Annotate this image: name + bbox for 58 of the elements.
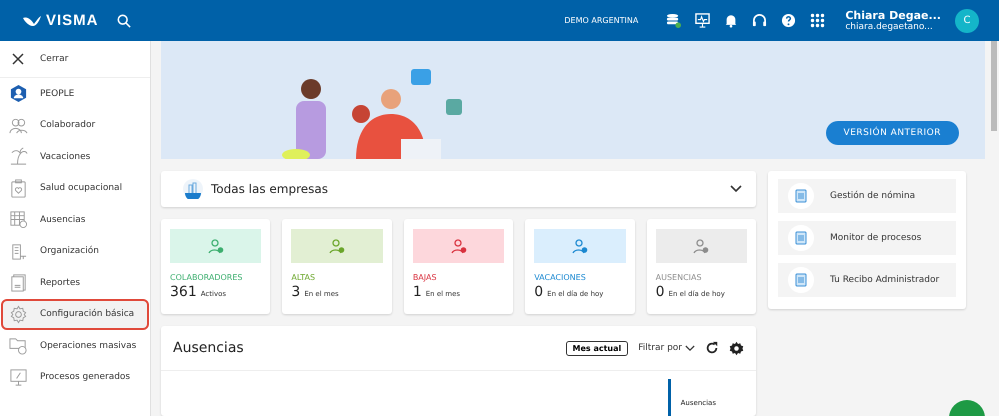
buildings-icon	[183, 179, 203, 199]
sidebar-item[interactable]: Reportes	[1, 267, 149, 298]
calendar-grid-icon	[9, 210, 28, 230]
company-selector[interactable]: Todas las empresas	[161, 171, 756, 207]
scrollbar[interactable]	[991, 41, 997, 131]
bell-icon[interactable]	[724, 13, 738, 28]
sidebar-item[interactable]: Ausencias	[1, 204, 149, 236]
stat-title: VACACIONES	[534, 273, 587, 282]
sidebar-item[interactable]: Configuración básica	[1, 298, 149, 330]
brand-name: VISMA	[46, 12, 99, 29]
gear-icon	[9, 304, 28, 324]
stat-value: 361	[170, 284, 197, 300]
sidebar-item[interactable]: Vacaciones	[1, 141, 149, 172]
person-hexagon-icon	[9, 84, 28, 104]
help-icon[interactable]	[781, 13, 796, 28]
document-icon	[9, 273, 28, 292]
document-icon	[788, 225, 814, 251]
shortcut-item[interactable]: Gestión de nómina	[778, 179, 956, 213]
stat-title: BAJAS	[412, 273, 438, 282]
current-month-button[interactable]: Mes actual	[566, 340, 628, 356]
stat-value: 1	[412, 284, 422, 300]
sidebar-item[interactable]: Colaborador	[1, 110, 149, 141]
palm-tree-icon	[9, 147, 28, 166]
chevron-down-icon	[685, 344, 695, 352]
sidebar-item[interactable]: Organización	[1, 236, 149, 267]
close-icon	[12, 53, 24, 65]
shortcut-item[interactable]: Tu Recibo Administrador	[778, 263, 956, 297]
stat-title: ALTAS	[291, 273, 316, 282]
filter-dropdown[interactable]: Filtrar por	[638, 343, 695, 353]
refresh-icon[interactable]	[705, 341, 719, 355]
panel-title: Ausencias	[173, 340, 245, 356]
stat-value: 3	[291, 284, 300, 300]
shortcut-item[interactable]: Monitor de procesos	[778, 221, 956, 255]
monitor-icon[interactable]	[695, 13, 710, 28]
sidebar-item[interactable]: Procesos generados	[1, 362, 149, 393]
stat-title: AUSENCIAS	[656, 273, 703, 282]
logo-icon	[22, 14, 42, 26]
user-name: Chiara Degae...	[845, 9, 941, 22]
stat-value: 0	[534, 284, 544, 300]
search-icon[interactable]	[116, 14, 131, 28]
monitor-icon	[9, 368, 28, 387]
headset-icon[interactable]	[752, 13, 768, 28]
company-name: DEMO ARGENTINA	[563, 15, 640, 27]
database-icon[interactable]	[666, 13, 682, 28]
sidebar-item[interactable]: Salud ocupacional	[1, 172, 149, 204]
sidebar-item[interactable]: PEOPLE	[1, 78, 149, 110]
sidebar-item[interactable]: Operaciones masivas	[1, 330, 149, 362]
chevron-down-icon	[730, 185, 742, 193]
close-menu-item[interactable]: Cerrar	[0, 41, 150, 78]
stat-value: 0	[656, 284, 665, 300]
document-icon	[788, 183, 814, 209]
folders-icon	[9, 336, 28, 356]
previous-version-button[interactable]: VERSIÓN ANTERIOR	[826, 121, 959, 145]
user-email: chiara.degaetano...	[845, 22, 934, 32]
document-icon	[788, 267, 814, 293]
settings-icon[interactable]	[729, 340, 744, 356]
apps-grid-icon[interactable]	[810, 13, 826, 28]
stat-title: COLABORADORES	[170, 273, 244, 282]
